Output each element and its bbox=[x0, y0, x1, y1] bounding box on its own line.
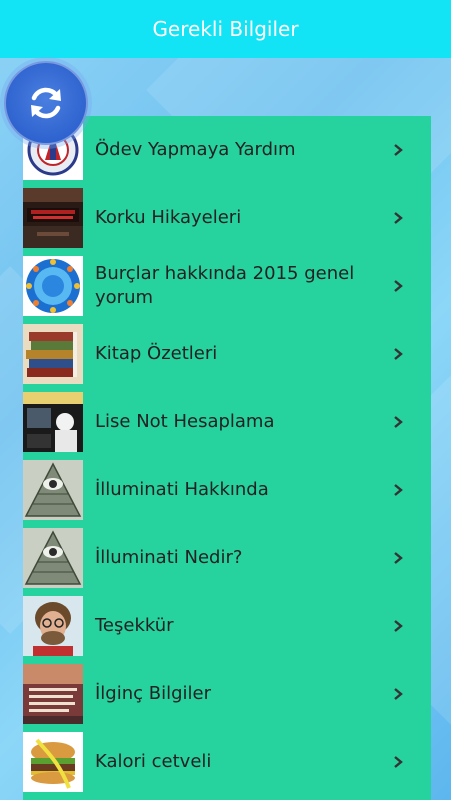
list-item-label: Kitap Özetleri bbox=[95, 343, 218, 364]
list-item-label: Teşekkür bbox=[95, 615, 174, 636]
list-item-illuminati-what[interactable]: İlluminati Nedir? bbox=[23, 524, 431, 592]
facts-photo-thumbnail bbox=[23, 664, 83, 724]
chevron-right-icon bbox=[394, 756, 403, 768]
app-header: Gerekli Bilgiler bbox=[0, 0, 451, 58]
chevron-right-icon bbox=[394, 484, 403, 496]
portrait-photo-thumbnail bbox=[23, 596, 83, 656]
chevron-right-icon bbox=[394, 416, 403, 428]
list-item-label: İlginç Bilgiler bbox=[95, 683, 212, 704]
list-item-label: Lise Not Hesaplama bbox=[95, 411, 275, 432]
chevron-right-icon bbox=[394, 212, 403, 224]
horror-poster-thumbnail bbox=[23, 188, 83, 248]
chevron-right-icon bbox=[394, 144, 403, 156]
chevron-right-icon bbox=[394, 688, 403, 700]
info-list: Ödev Yapmaya Yardım Korku Hikayeleri Bur… bbox=[23, 116, 431, 800]
page-title: Gerekli Bilgiler bbox=[152, 17, 299, 41]
list-item-label: İlluminati Nedir? bbox=[95, 547, 243, 568]
list-item-horror-stories[interactable]: Korku Hikayeleri bbox=[23, 184, 431, 252]
list-item-homework[interactable]: Ödev Yapmaya Yardım bbox=[23, 116, 431, 184]
list-item-book-summaries[interactable]: Kitap Özetleri bbox=[23, 320, 431, 388]
list-item-horoscope[interactable]: Burçlar hakkında 2015 genel yorum bbox=[23, 252, 431, 320]
eye-pyramid-thumbnail bbox=[23, 528, 83, 588]
chevron-right-icon bbox=[394, 348, 403, 360]
list-item-calorie-chart[interactable]: Kalori cetveli bbox=[23, 728, 431, 796]
student-photo-thumbnail bbox=[23, 392, 83, 452]
books-stack-thumbnail bbox=[23, 324, 83, 384]
list-item-illuminati-about[interactable]: İlluminati Hakkında bbox=[23, 456, 431, 524]
refresh-icon bbox=[31, 87, 61, 119]
list-item-interesting-facts[interactable]: İlginç Bilgiler bbox=[23, 660, 431, 728]
eye-pyramid-thumbnail bbox=[23, 460, 83, 520]
list-item-thanks[interactable]: Teşekkür bbox=[23, 592, 431, 660]
list-item-label: Ödev Yapmaya Yardım bbox=[95, 139, 296, 160]
list-item-label: Korku Hikayeleri bbox=[95, 207, 242, 228]
list-item-label: İlluminati Hakkında bbox=[95, 479, 269, 500]
chevron-right-icon bbox=[394, 552, 403, 564]
zodiac-wheel-thumbnail bbox=[23, 256, 83, 316]
list-item-label: Burçlar hakkında 2015 genel yorum bbox=[95, 263, 355, 308]
chevron-right-icon bbox=[394, 620, 403, 632]
chevron-right-icon bbox=[394, 280, 403, 292]
burger-measure-thumbnail bbox=[23, 732, 83, 792]
list-item-label: Kalori cetveli bbox=[95, 751, 212, 772]
list-item-grade-calculator[interactable]: Lise Not Hesaplama bbox=[23, 388, 431, 456]
refresh-button[interactable] bbox=[4, 61, 88, 145]
